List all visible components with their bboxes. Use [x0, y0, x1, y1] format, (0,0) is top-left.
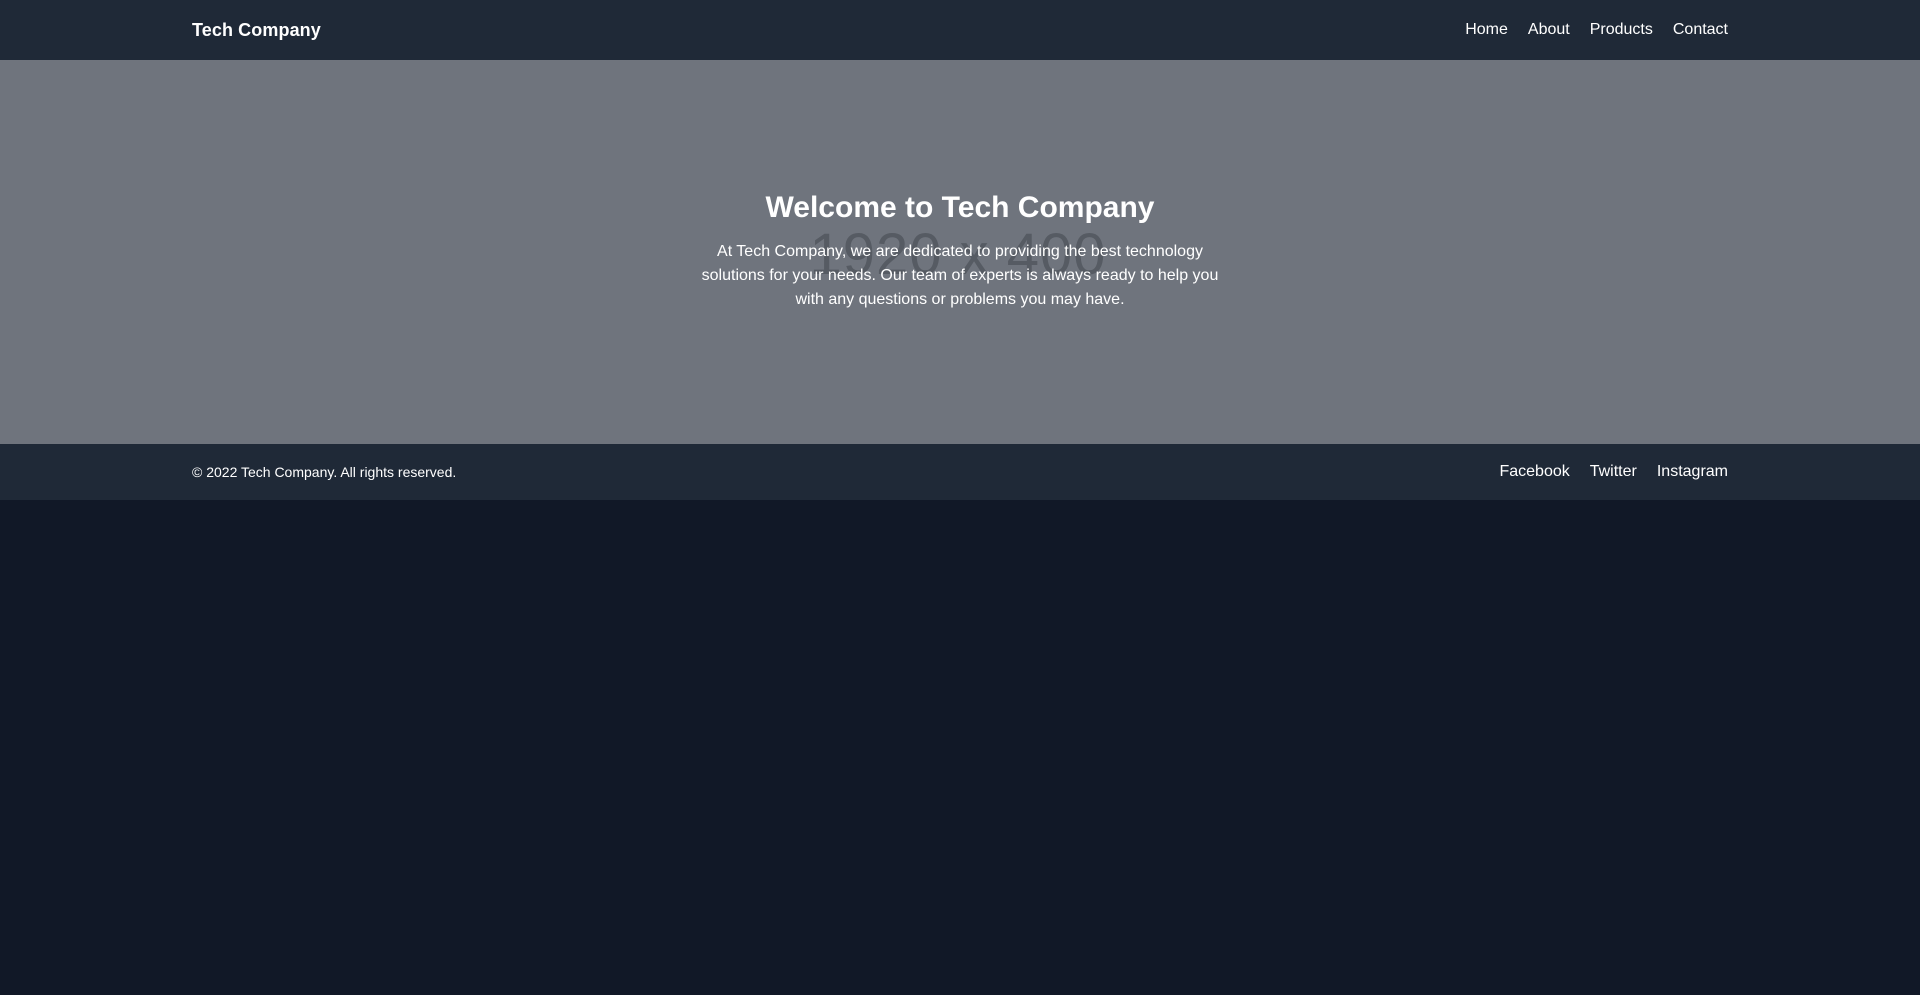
header-container: Tech Company Home About Products Contact	[192, 0, 1728, 60]
footer-container: © 2022 Tech Company. All rights reserved…	[192, 444, 1728, 500]
hero-content: Welcome to Tech Company At Tech Company,…	[698, 190, 1222, 312]
site-header: Tech Company Home About Products Contact	[0, 0, 1920, 60]
site-logo[interactable]: Tech Company	[192, 20, 321, 41]
instagram-link[interactable]: Instagram	[1657, 463, 1728, 481]
twitter-link[interactable]: Twitter	[1590, 463, 1637, 481]
hero-title: Welcome to Tech Company	[765, 191, 1155, 224]
nav-contact-link[interactable]: Contact	[1673, 21, 1728, 39]
hero-description: At Tech Company, we are dedicated to pro…	[701, 243, 1219, 308]
main-navigation: Home About Products Contact	[1465, 21, 1728, 39]
nav-products-link[interactable]: Products	[1590, 21, 1653, 39]
hero-section: 1920 x 400 Welcome to Tech Company At Te…	[0, 60, 1920, 444]
facebook-link[interactable]: Facebook	[1499, 463, 1569, 481]
nav-home-link[interactable]: Home	[1465, 21, 1508, 39]
site-footer: © 2022 Tech Company. All rights reserved…	[0, 444, 1920, 500]
social-links: Facebook Twitter Instagram	[1499, 463, 1728, 481]
nav-about-link[interactable]: About	[1528, 21, 1570, 39]
copyright-text: © 2022 Tech Company. All rights reserved…	[192, 464, 457, 480]
